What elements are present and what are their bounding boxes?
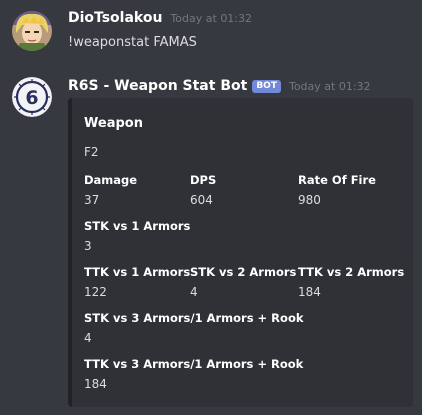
embed-description: F2 bbox=[84, 145, 99, 159]
bot-avatar[interactable]: 6 bbox=[12, 77, 52, 117]
field-name: DPS bbox=[190, 173, 217, 187]
svg-text:6: 6 bbox=[25, 87, 38, 109]
field-name: TTK vs 1 Armors bbox=[84, 265, 191, 279]
message-header: R6S - Weapon Stat Bot BOT Today at 01:32 bbox=[68, 78, 371, 95]
field-name: STK vs 3 Armors/1 Armors + Rook bbox=[84, 311, 304, 325]
field-value: 184 bbox=[298, 285, 321, 299]
field-name: Damage bbox=[84, 173, 138, 187]
field-value: 604 bbox=[190, 193, 213, 207]
field-ttk-3-armor-rook: TTK vs 3 Armors/1 Armors + Rook 184 bbox=[84, 356, 303, 393]
message-content: !weaponstat FAMAS bbox=[68, 35, 197, 50]
weapon-stat-embed: Weapon F2 Damage 37 DPS 604 Rate Of Fire… bbox=[68, 98, 413, 407]
field-name: TTK vs 2 Armors bbox=[298, 265, 405, 279]
field-value: 980 bbox=[298, 193, 321, 207]
field-name: STK vs 2 Armors bbox=[190, 265, 297, 279]
bot-tag: BOT bbox=[252, 80, 281, 93]
field-value: 122 bbox=[84, 285, 107, 299]
field-value: 37 bbox=[84, 193, 100, 207]
field-stk-3-armor-rook: STK vs 3 Armors/1 Armors + Rook 4 bbox=[84, 310, 304, 347]
embed-title: Weapon bbox=[84, 116, 143, 131]
field-stk-1-armor: STK vs 1 Armors 3 bbox=[84, 218, 190, 255]
field-damage: Damage 37 bbox=[84, 172, 137, 209]
field-value: 3 bbox=[84, 239, 92, 253]
field-name: Rate Of Fire bbox=[298, 173, 376, 187]
field-ttk-2-armor: TTK vs 2 Armors 184 bbox=[298, 264, 404, 301]
user-message: DioTsolakou Today at 01:32 !weaponstat F… bbox=[0, 8, 422, 58]
field-value: 4 bbox=[190, 285, 198, 299]
timestamp[interactable]: Today at 01:32 bbox=[289, 80, 371, 93]
bot-username[interactable]: R6S - Weapon Stat Bot bbox=[68, 78, 247, 94]
username[interactable]: DioTsolakou bbox=[68, 10, 162, 26]
field-name: TTK vs 3 Armors/1 Armors + Rook bbox=[84, 357, 304, 371]
message-header: DioTsolakou Today at 01:32 bbox=[68, 10, 252, 26]
timestamp[interactable]: Today at 01:32 bbox=[170, 12, 252, 25]
field-name: STK vs 1 Armors bbox=[84, 219, 191, 233]
user-avatar[interactable] bbox=[12, 11, 52, 51]
field-ttk-1-armor: TTK vs 1 Armors 122 bbox=[84, 264, 190, 301]
field-dps: DPS 604 bbox=[190, 172, 216, 209]
rainbow-six-siege-logo-icon: 6 bbox=[12, 77, 52, 117]
field-value: 4 bbox=[84, 331, 92, 345]
field-stk-2-armor: STK vs 2 Armors 4 bbox=[190, 264, 296, 301]
field-rate-of-fire: Rate Of Fire 980 bbox=[298, 172, 376, 209]
anime-character-avatar-icon bbox=[12, 11, 52, 51]
field-value: 184 bbox=[84, 377, 107, 391]
